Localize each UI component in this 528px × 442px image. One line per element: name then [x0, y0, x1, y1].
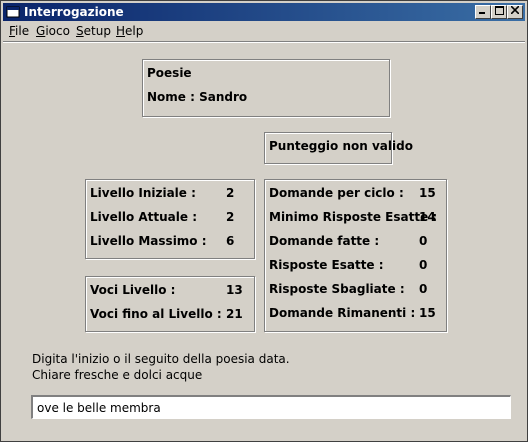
app-icon — [6, 6, 20, 18]
stat-label: Domande fatte : — [269, 234, 380, 248]
menu-help[interactable]: Help — [116, 24, 143, 38]
stat-value: 0 — [419, 234, 428, 248]
level-value: 2 — [226, 186, 235, 200]
stat-value: 14 — [419, 210, 436, 224]
level-label: Livello Iniziale : — [90, 186, 196, 200]
player-name: Nome : Sandro — [147, 90, 248, 104]
level-label: Livello Massimo : — [90, 234, 207, 248]
stat-value: 15 — [419, 186, 436, 200]
close-button[interactable] — [507, 5, 523, 19]
poem-panel: Poesie Nome : Sandro — [142, 59, 390, 117]
levels-panel: Livello Iniziale : 2 Livello Attuale : 2… — [85, 179, 255, 259]
menu-setup[interactable]: Setup — [76, 24, 111, 38]
instruction-text: Digita l'inizio o il seguito della poesi… — [32, 352, 290, 366]
score-status: Punteggio non valido — [269, 139, 413, 153]
stat-value: 0 — [419, 258, 428, 272]
level-label: Livello Attuale : — [90, 210, 197, 224]
menu-gioco[interactable]: Gioco — [36, 24, 70, 38]
voices-label: Voci fino al Livello : — [90, 307, 222, 321]
stats-panel: Domande per ciclo : 15 Minimo Risposte E… — [264, 179, 447, 332]
level-value: 6 — [226, 234, 235, 248]
stat-label: Minimo Risposte Esatte : — [269, 210, 438, 224]
menu-bar: File Gioco Setup Help — [3, 22, 525, 40]
poem-title: Poesie — [147, 66, 192, 80]
voices-value: 13 — [226, 283, 243, 297]
maximize-icon — [494, 6, 504, 15]
title-bar[interactable]: Interrogazione — [3, 3, 525, 21]
menu-separator — [3, 41, 525, 43]
voices-label: Voci Livello : — [90, 283, 176, 297]
app-window: Interrogazione File Gioco Setup Help Poe… — [0, 0, 528, 442]
maximize-button[interactable] — [491, 5, 507, 19]
level-value: 2 — [226, 210, 235, 224]
stat-label: Domande Rimanenti : — [269, 306, 416, 320]
window-title: Interrogazione — [24, 5, 124, 19]
minimize-icon — [479, 12, 485, 14]
stat-label: Risposte Sbagliate : — [269, 282, 405, 296]
stat-value: 0 — [419, 282, 428, 296]
menu-file[interactable]: File — [9, 24, 29, 38]
score-status-panel: Punteggio non valido — [264, 132, 413, 164]
voices-panel: Voci Livello : 13 Voci fino al Livello :… — [85, 276, 255, 332]
verse-prompt: Chiare fresche e dolci acque — [32, 368, 203, 382]
voices-value: 21 — [226, 307, 243, 321]
minimize-button[interactable] — [475, 5, 491, 19]
close-icon — [510, 5, 520, 15]
stat-label: Risposte Esatte : — [269, 258, 384, 272]
answer-input[interactable] — [31, 395, 511, 419]
stat-value: 15 — [419, 306, 436, 320]
stat-label: Domande per ciclo : — [269, 186, 404, 200]
